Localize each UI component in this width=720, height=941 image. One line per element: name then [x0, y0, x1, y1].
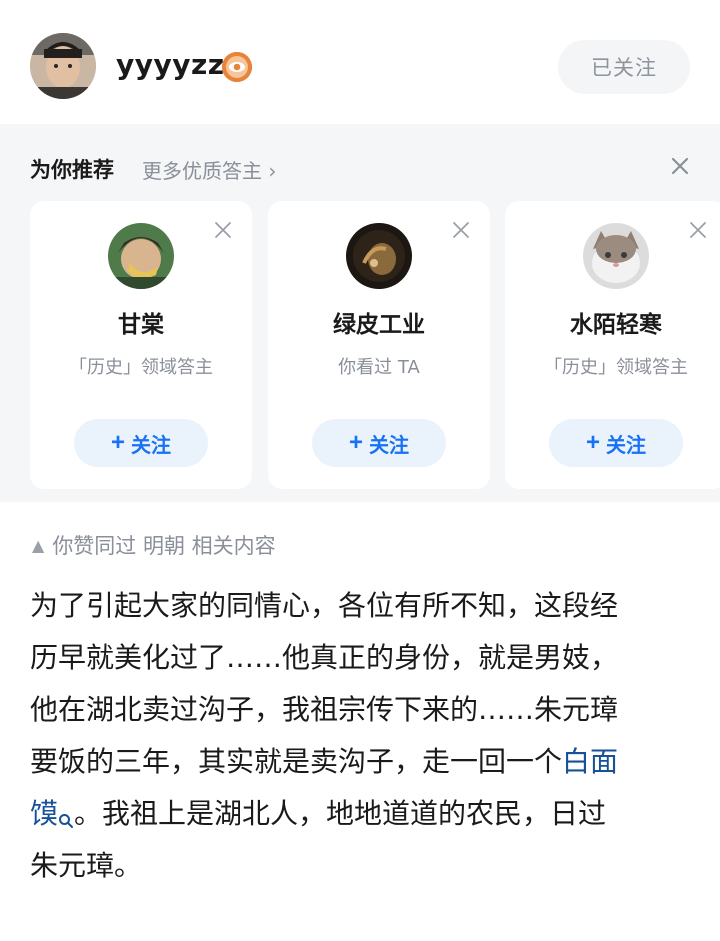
answer-body[interactable]: 为了引起大家的同情心，各位有所不知，这段经 历早就美化过了……他真正的身份，就是…: [30, 580, 700, 892]
follow-label: 关注: [606, 434, 646, 457]
follow-button[interactable]: + 关注: [312, 419, 446, 467]
answer-line: 他在湖北卖过沟子，我祖宗传下来的……朱元璋: [30, 693, 619, 726]
recommend-panel: 为你推荐 更多优质答主 › 甘棠 「历史」领域答主 + 关注 绿皮工业 你看过 …: [0, 124, 720, 502]
plus-icon: +: [348, 429, 363, 456]
card-avatar[interactable]: [583, 223, 649, 289]
answer-line: 历早就美化过了……他真正的身份，就是男妓，: [30, 641, 619, 674]
close-icon[interactable]: [212, 219, 234, 241]
answer-line: 为了引起大家的同情心，各位有所不知，这段经: [30, 589, 619, 622]
recommend-card[interactable]: 甘棠 「历史」领域答主 + 关注: [30, 201, 252, 489]
recommend-title: 为你推荐: [30, 158, 114, 182]
recommend-card[interactable]: 绿皮工业 你看过 TA + 关注: [268, 201, 490, 489]
eye-badge-icon: [222, 52, 252, 82]
close-icon[interactable]: [450, 219, 472, 241]
follow-label: 关注: [131, 434, 171, 457]
card-name: 绿皮工业: [333, 312, 425, 338]
card-name: 水陌轻寒: [570, 312, 662, 338]
card-avatar[interactable]: [346, 223, 412, 289]
answer-line: 要饭的三年，其实就是卖沟子，走一回一个白面: [30, 736, 700, 788]
answer-text: 要饭的三年，其实就是卖沟子，走一回一个: [30, 745, 563, 778]
answer-line: 馍。我祖上是湖北人，地地道道的农民，日过: [30, 788, 700, 840]
recommend-card[interactable]: 水陌轻寒 「历史」领域答主 + 关注: [505, 201, 720, 489]
card-avatar[interactable]: [108, 223, 174, 289]
card-description: 你看过 TA: [338, 357, 420, 378]
plus-icon: +: [585, 429, 600, 456]
triangle-icon: ▲: [32, 535, 45, 555]
card-description: 「历史」领域答主: [544, 357, 688, 378]
answer-line: 朱元璋。: [30, 849, 143, 882]
liked-context: ▲ 你赞同过 明朝 相关内容: [32, 530, 276, 560]
follow-label: 关注: [369, 434, 409, 457]
answer-text: 。我祖上是湖北人，地地道道的农民，日过: [74, 797, 607, 830]
author-header: yyyyzzz 已关注: [0, 0, 720, 124]
close-icon[interactable]: [687, 219, 709, 241]
more-answerers-link[interactable]: 更多优质答主 ›: [142, 155, 276, 184]
card-description: 「历史」领域答主: [69, 357, 213, 378]
author-avatar[interactable]: [30, 33, 96, 99]
plus-icon: +: [110, 429, 125, 456]
search-link-word[interactable]: 白面: [562, 745, 618, 778]
search-link-word[interactable]: 馍: [30, 797, 58, 830]
search-icon[interactable]: [58, 794, 74, 828]
close-icon[interactable]: [668, 154, 692, 178]
card-name: 甘棠: [118, 312, 164, 338]
follow-button[interactable]: + 关注: [549, 419, 683, 467]
follow-button[interactable]: + 关注: [74, 419, 208, 467]
followed-button[interactable]: 已关注: [558, 40, 690, 94]
liked-context-text: 你赞同过 明朝 相关内容: [52, 534, 276, 558]
